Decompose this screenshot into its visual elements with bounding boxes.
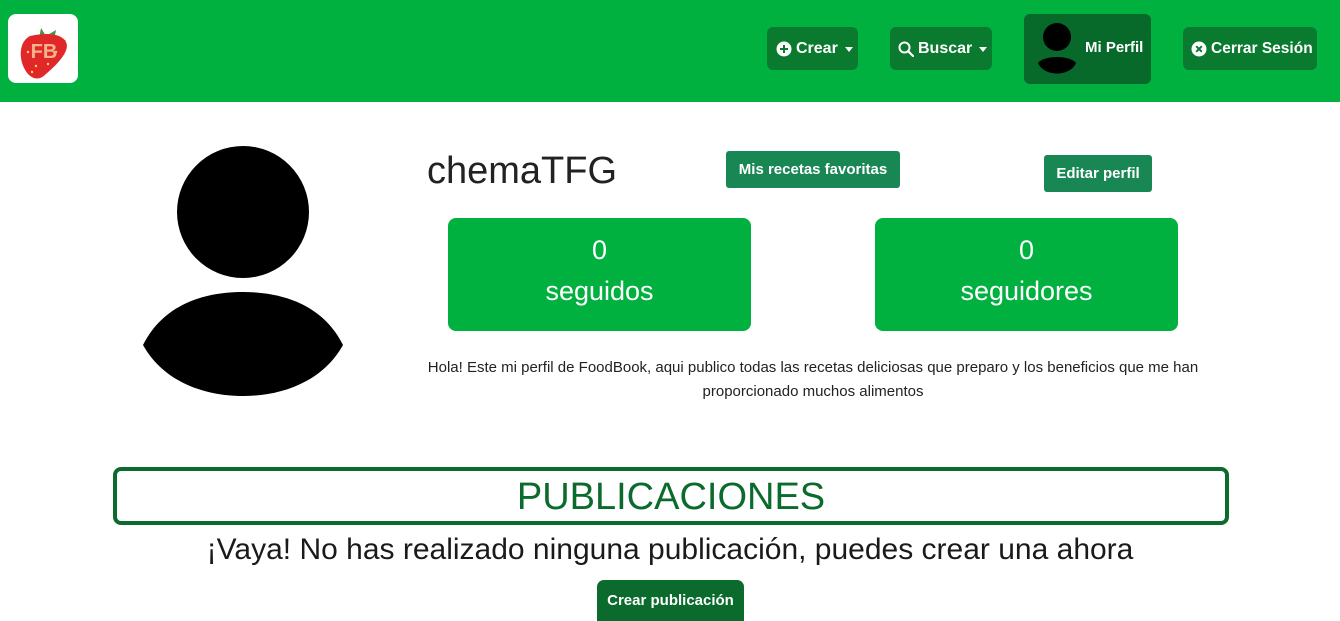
following-stat[interactable]: 0 seguidos: [448, 218, 751, 331]
crear-label: Crear: [796, 39, 838, 57]
following-count: 0: [591, 235, 608, 265]
followers-count: 0: [1018, 235, 1035, 265]
cerrar-sesion-label: Cerrar Sesión: [1211, 39, 1313, 57]
mi-perfil-button[interactable]: Mi Perfil: [1024, 14, 1151, 84]
mi-perfil-label: Mi Perfil: [1085, 39, 1144, 56]
search-icon: [898, 41, 914, 57]
brand-logo[interactable]: FB: [8, 14, 78, 83]
chevron-down-icon: [979, 47, 988, 52]
publications-title: PUBLICACIONES: [516, 476, 826, 518]
buscar-label: Buscar: [918, 39, 973, 57]
followers-stat[interactable]: 0 seguidores: [875, 218, 1178, 331]
profile-bio: Hola! Este mi perfil de FoodBook, aqui p…: [427, 359, 1199, 400]
strawberry-logo-icon: FB: [20, 28, 67, 79]
x-circle-icon: [1191, 41, 1207, 57]
publications-header: PUBLICACIONES: [113, 467, 1229, 525]
favorite-recipes-button[interactable]: Mis recetas favoritas: [726, 151, 900, 188]
followers-label: seguidores: [960, 276, 1093, 306]
buscar-dropdown-button[interactable]: Buscar: [890, 27, 992, 70]
empty-publications-message: ¡Vaya! No has realizado ninguna publicac…: [206, 533, 1134, 566]
navbar: FB Crear Buscar Mi Perfil Cerrar Sesión: [0, 0, 1340, 102]
cerrar-sesion-button[interactable]: Cerrar Sesión: [1183, 27, 1317, 70]
edit-profile-button[interactable]: Editar perfil: [1044, 155, 1152, 192]
following-label: seguidos: [545, 276, 654, 306]
profile-username: chemaTFG: [427, 150, 618, 192]
crear-dropdown-button[interactable]: Crear: [767, 27, 858, 70]
user-avatar-icon: [1038, 23, 1076, 74]
svg-text:FB: FB: [31, 41, 58, 63]
create-publication-button[interactable]: Crear publicación: [597, 580, 744, 621]
profile-avatar: [143, 146, 343, 396]
chevron-down-icon: [844, 47, 853, 52]
plus-circle-icon: [776, 41, 792, 57]
